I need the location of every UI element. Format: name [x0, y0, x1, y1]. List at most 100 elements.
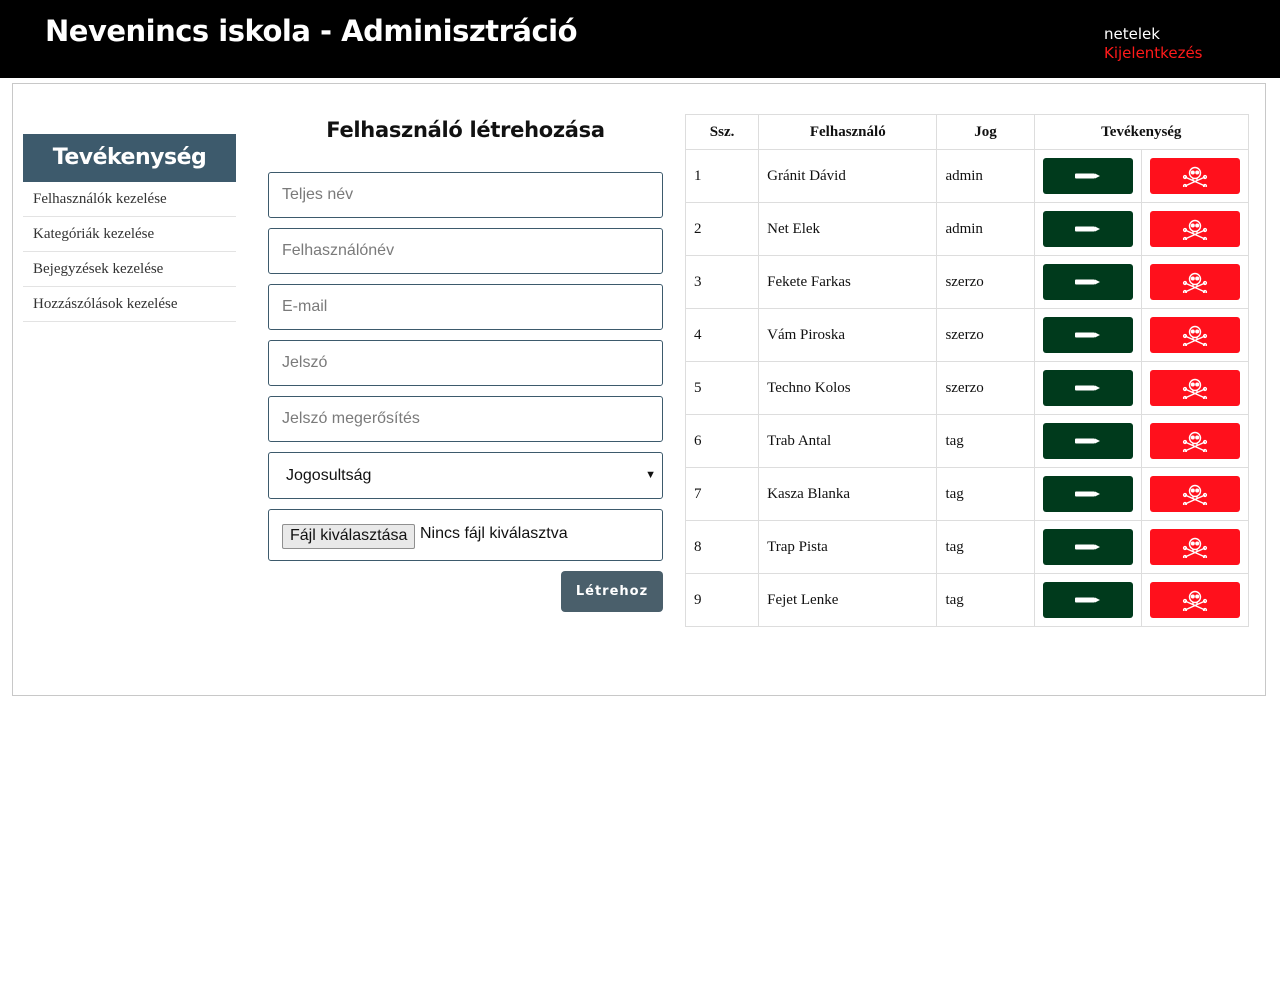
delete-user-button[interactable] — [1149, 211, 1240, 247]
row-role: tag — [936, 414, 1035, 468]
row-user: Fejet Lenke — [758, 573, 938, 627]
username-input[interactable] — [268, 228, 663, 274]
row-delete-cell — [1140, 520, 1250, 574]
row-num: 1 — [684, 149, 760, 203]
role-select-value: Jogosultság — [286, 467, 372, 484]
row-role: admin — [936, 149, 1035, 203]
fullname-input[interactable] — [268, 172, 663, 218]
pencil-icon — [1074, 330, 1102, 340]
password-input[interactable] — [268, 340, 663, 386]
sidebar: Tevékenység Felhasználók kezelése Kategó… — [23, 134, 236, 322]
row-num: 3 — [684, 255, 760, 309]
users-table-body: 1 Gránit Dávid admin 2 Net Elek admin 3 Fekete … — [684, 149, 1250, 627]
form-title: Felhasználó létrehozása — [326, 118, 605, 142]
delete-user-button[interactable] — [1149, 423, 1240, 459]
email-input[interactable] — [268, 284, 663, 330]
users-table: Ssz. Felhasználó Jog Tevékenység 1 Gránit… — [684, 114, 1250, 627]
row-edit-cell — [1033, 520, 1142, 574]
row-edit-cell — [1033, 361, 1142, 415]
row-user: Net Elek — [758, 202, 938, 256]
delete-user-button[interactable] — [1149, 370, 1240, 406]
pencil-icon — [1074, 489, 1102, 499]
row-delete-cell — [1140, 414, 1250, 468]
row-num: 8 — [684, 520, 760, 574]
skull-crossbones-icon — [1182, 536, 1208, 558]
row-role: admin — [936, 202, 1035, 256]
edit-user-button[interactable] — [1042, 529, 1133, 565]
edit-user-button[interactable] — [1042, 423, 1133, 459]
row-user: Techno Kolos — [758, 361, 938, 415]
edit-user-button[interactable] — [1042, 476, 1133, 512]
row-edit-cell — [1033, 149, 1142, 203]
row-delete-cell — [1140, 202, 1250, 256]
skull-crossbones-icon — [1182, 483, 1208, 505]
row-user: Kasza Blanka — [758, 467, 938, 521]
dropdown-arrow-icon: ▼ — [645, 469, 656, 481]
role-select[interactable]: Jogosultság ▼ — [268, 452, 663, 499]
row-user: Fekete Farkas — [758, 255, 938, 309]
skull-crossbones-icon — [1182, 271, 1208, 293]
file-status-text: Nincs fájl kiválasztva — [420, 525, 568, 542]
sidebar-item-categories[interactable]: Kategóriák kezelése — [23, 217, 236, 252]
edit-user-button[interactable] — [1042, 370, 1133, 406]
pencil-icon — [1074, 171, 1102, 181]
row-num: 9 — [684, 573, 760, 627]
row-edit-cell — [1033, 414, 1142, 468]
skull-crossbones-icon — [1182, 324, 1208, 346]
sidebar-item-users[interactable]: Felhasználók kezelése — [23, 182, 236, 217]
row-user: Trap Pista — [758, 520, 938, 574]
row-edit-cell — [1033, 467, 1142, 521]
skull-crossbones-icon — [1182, 218, 1208, 240]
delete-user-button[interactable] — [1149, 529, 1240, 565]
edit-user-button[interactable] — [1042, 317, 1133, 353]
delete-user-button[interactable] — [1149, 158, 1240, 194]
edit-user-button[interactable] — [1042, 158, 1133, 194]
row-edit-cell — [1033, 202, 1142, 256]
sidebar-item-posts[interactable]: Bejegyzések kezelése — [23, 252, 236, 287]
row-num: 7 — [684, 467, 760, 521]
row-delete-cell — [1140, 573, 1250, 627]
edit-user-button[interactable] — [1042, 264, 1133, 300]
table-header-row: Ssz. Felhasználó Jog Tevékenység — [684, 114, 1250, 150]
table-row: 1 Gránit Dávid admin — [684, 149, 1250, 203]
header-user: Felhasználó — [758, 114, 938, 150]
skull-crossbones-icon — [1182, 377, 1208, 399]
table-row: 3 Fekete Farkas szerzo — [684, 255, 1250, 309]
pencil-icon — [1074, 224, 1102, 234]
row-num: 2 — [684, 202, 760, 256]
delete-user-button[interactable] — [1149, 264, 1240, 300]
header-role: Jog — [936, 114, 1035, 150]
table-row: 4 Vám Piroska szerzo — [684, 308, 1250, 362]
header-bar: Nevenincs iskola - Adminisztráció netele… — [0, 0, 1280, 78]
row-delete-cell — [1140, 255, 1250, 309]
delete-user-button[interactable] — [1149, 582, 1240, 618]
file-upload-field: Fájl kiválasztása Nincs fájl kiválasztva — [268, 509, 663, 561]
row-num: 4 — [684, 308, 760, 362]
row-user: Vám Piroska — [758, 308, 938, 362]
delete-user-button[interactable] — [1149, 476, 1240, 512]
pencil-icon — [1074, 383, 1102, 393]
sidebar-heading: Tevékenység — [23, 134, 236, 182]
row-edit-cell — [1033, 255, 1142, 309]
delete-user-button[interactable] — [1149, 317, 1240, 353]
row-delete-cell — [1140, 308, 1250, 362]
table-row: 7 Kasza Blanka tag — [684, 467, 1250, 521]
row-user: Trab Antal — [758, 414, 938, 468]
sidebar-item-comments[interactable]: Hozzászólások kezelése — [23, 287, 236, 322]
row-role: tag — [936, 573, 1035, 627]
row-edit-cell — [1033, 573, 1142, 627]
edit-user-button[interactable] — [1042, 582, 1133, 618]
create-user-button[interactable]: Létrehoz — [561, 571, 663, 612]
row-edit-cell — [1033, 308, 1142, 362]
row-delete-cell — [1140, 149, 1250, 203]
table-row: 9 Fejet Lenke tag — [684, 573, 1250, 627]
row-num: 6 — [684, 414, 760, 468]
edit-user-button[interactable] — [1042, 211, 1133, 247]
row-role: szerzo — [936, 308, 1035, 362]
logout-link[interactable]: Kijelentkezés — [1104, 44, 1202, 62]
pencil-icon — [1074, 436, 1102, 446]
row-delete-cell — [1140, 467, 1250, 521]
file-choose-button[interactable]: Fájl kiválasztása — [282, 524, 416, 549]
password-confirm-input[interactable] — [268, 396, 663, 442]
pencil-icon — [1074, 595, 1102, 605]
